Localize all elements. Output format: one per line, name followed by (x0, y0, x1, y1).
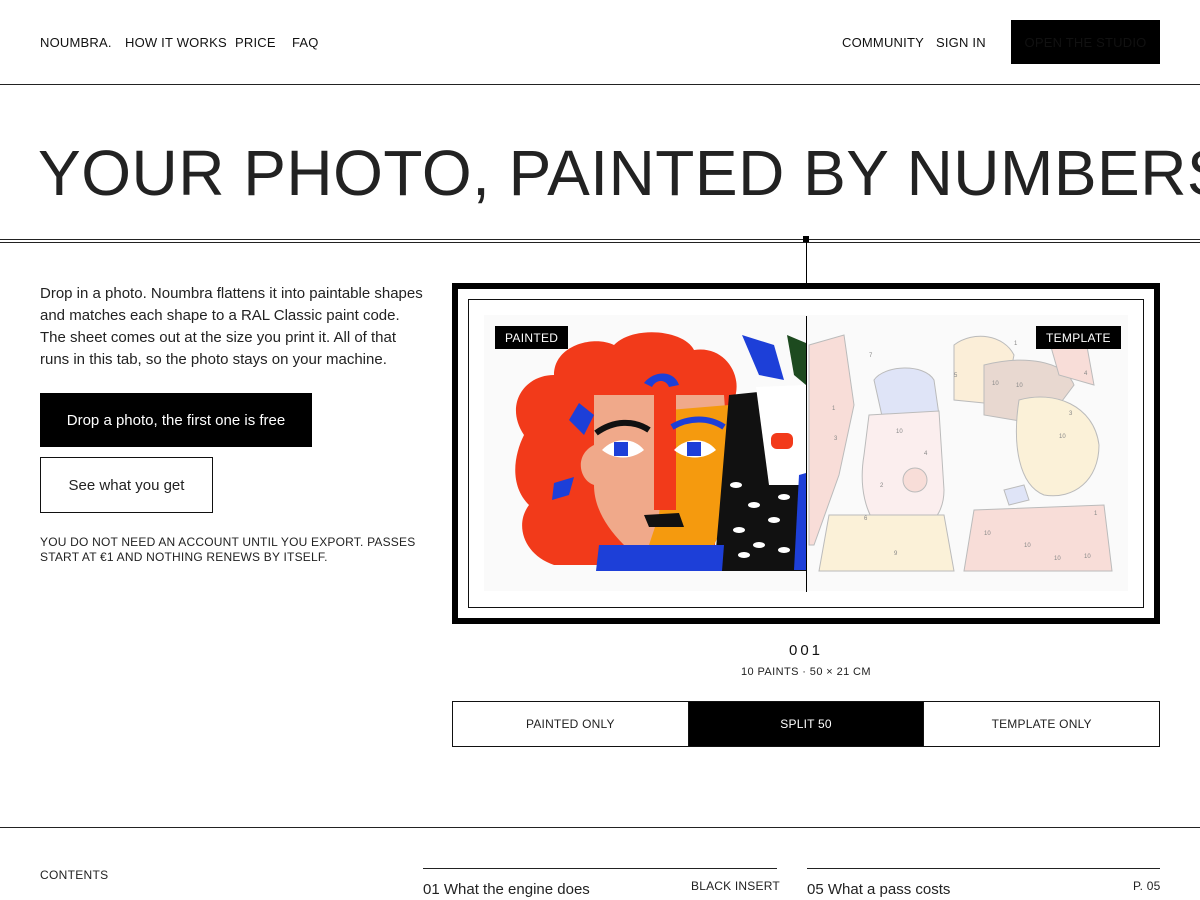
drop-photo-button[interactable]: Drop a photo, the first one is free (40, 393, 312, 447)
view-mode-toggle: PAINTED ONLY SPLIT 50 TEMPLATE ONLY (452, 701, 1160, 747)
toc-item-tag: BLACK INSERT (691, 879, 780, 893)
mode-template-only-button[interactable]: TEMPLATE ONLY (924, 702, 1159, 746)
template-region (1003, 484, 1030, 506)
mode-painted-only-button[interactable]: PAINTED ONLY (453, 702, 689, 746)
divider (0, 239, 1200, 240)
pupil-right-shape (687, 442, 701, 456)
fine-print: YOU DO NOT NEED AN ACCOUNT UNTIL YOU EXP… (40, 535, 416, 564)
template-region (963, 504, 1113, 572)
contents-label: CONTENTS (40, 868, 109, 882)
template-region (808, 334, 855, 546)
svg-text:10: 10 (1016, 383, 1023, 389)
divider (0, 827, 1200, 828)
painted-tag: PAINTED (495, 326, 569, 349)
svg-text:10: 10 (1084, 554, 1091, 560)
svg-text:10: 10 (896, 429, 903, 435)
see-what-you-get-button[interactable]: See what you get (40, 457, 213, 513)
brand-logo[interactable]: NOUMBRA. (40, 35, 112, 50)
mouth-shape (644, 513, 684, 527)
blue-horn-shape (742, 335, 784, 380)
pupil-left-shape (614, 442, 628, 456)
nav-link-price[interactable]: PRICE (235, 35, 276, 50)
svg-text:10: 10 (992, 381, 999, 387)
plate-number: 001 (788, 642, 824, 659)
green-leaf-shape (787, 335, 806, 385)
svg-text:10: 10 (1024, 543, 1031, 549)
template-half: 1 3 7 10 4 2 5 10 10 10 3 4 6 9 10 10 10… (808, 329, 1113, 572)
blue-collar-shape (596, 545, 724, 571)
nav-link-faq[interactable]: FAQ (292, 35, 319, 50)
painted-half (515, 332, 806, 571)
open-studio-button[interactable]: OPEN THE STUDIO (1011, 20, 1160, 64)
divider (0, 242, 1200, 243)
svg-text:10: 10 (1054, 556, 1061, 562)
nose-shape (654, 380, 676, 510)
toc-divider (423, 868, 777, 869)
toc-item-title[interactable]: 05 What a pass costs (807, 881, 950, 898)
template-tag: TEMPLATE (1036, 326, 1121, 349)
template-region (1015, 396, 1100, 497)
split-marker-line (806, 242, 807, 286)
plate-meta: 10 PAINTS · 50 × 21 CM (741, 666, 871, 678)
svg-text:10: 10 (1059, 434, 1066, 440)
top-nav: NOUMBRA. HOW IT WORKS PRICE FAQ COMMUNIT… (0, 0, 1200, 85)
mode-split-button[interactable]: SPLIT 50 (688, 702, 925, 746)
svg-text:1: 1 (1014, 341, 1018, 347)
split-divider-line[interactable] (806, 316, 807, 592)
nav-link-sign-in[interactable]: SIGN IN (936, 35, 986, 50)
page-title: YOUR PHOTO, PAINTED BY NUMBERS. (38, 137, 1200, 209)
intro-text: Drop in a photo. Noumbra flattens it int… (40, 285, 423, 368)
toc-item-tag: P. 05 (1133, 879, 1161, 893)
svg-text:7: 7 (869, 353, 873, 359)
nav-link-community[interactable]: COMMUNITY (842, 35, 924, 50)
template-region (818, 514, 955, 572)
svg-text:10: 10 (984, 531, 991, 537)
toc-divider (807, 868, 1160, 869)
red-accent-shape (771, 433, 793, 449)
toc-item-title[interactable]: 01 What the engine does (423, 881, 590, 898)
template-region (902, 467, 928, 493)
nav-link-how-it-works[interactable]: HOW IT WORKS (125, 35, 227, 50)
